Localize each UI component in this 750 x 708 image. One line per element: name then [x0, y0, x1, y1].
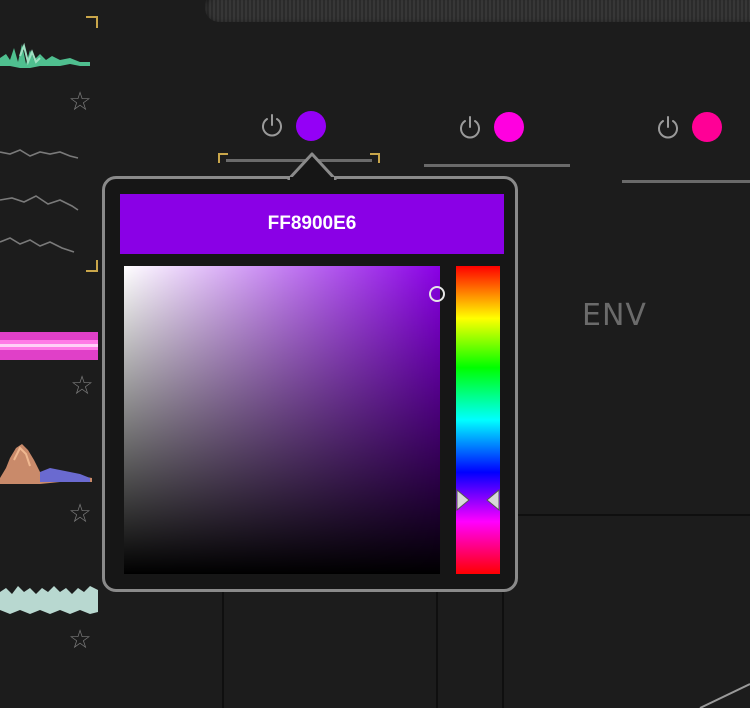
top-scrub-strip[interactable] — [205, 0, 750, 22]
hue-slider[interactable] — [456, 266, 500, 574]
slot-color-swatch[interactable] — [692, 112, 722, 142]
slot-underline — [622, 180, 750, 183]
hue-slider-handle-right[interactable] — [486, 489, 500, 512]
waveform-thumbnail[interactable] — [0, 438, 96, 490]
grid-line — [222, 590, 224, 708]
saturation-brightness-area[interactable] — [124, 266, 440, 574]
env-label: ENV — [582, 298, 647, 333]
favorite-star-icon[interactable]: ☆ — [66, 626, 94, 654]
hue-slider-handle-left[interactable] — [456, 489, 470, 512]
corner-bracket — [86, 16, 98, 28]
slot-underline — [424, 164, 570, 167]
preset-browser: ☆ ☆ ☆ ☆ — [0, 0, 100, 708]
waveform-thumbnail[interactable] — [0, 144, 92, 262]
slot-color-swatch[interactable] — [296, 111, 326, 141]
waveform-thumbnail[interactable] — [0, 36, 92, 76]
favorite-star-icon[interactable]: ☆ — [66, 500, 94, 528]
power-icon[interactable] — [457, 115, 483, 141]
popover-arrow — [286, 152, 338, 180]
hex-value-field[interactable]: FF8900E6 — [120, 194, 504, 254]
grid-line — [502, 514, 750, 516]
waveform-thumbnail[interactable] — [0, 578, 98, 618]
favorite-star-icon[interactable]: ☆ — [68, 372, 96, 400]
grid-line — [436, 590, 438, 708]
color-selector-handle[interactable] — [428, 285, 445, 302]
favorite-star-icon[interactable]: ☆ — [66, 88, 94, 116]
slot-color-swatch[interactable] — [494, 112, 524, 142]
waveform-thumbnail[interactable] — [0, 328, 98, 364]
power-icon[interactable] — [259, 113, 285, 139]
power-icon[interactable] — [655, 115, 681, 141]
envelope-curve — [699, 683, 750, 708]
